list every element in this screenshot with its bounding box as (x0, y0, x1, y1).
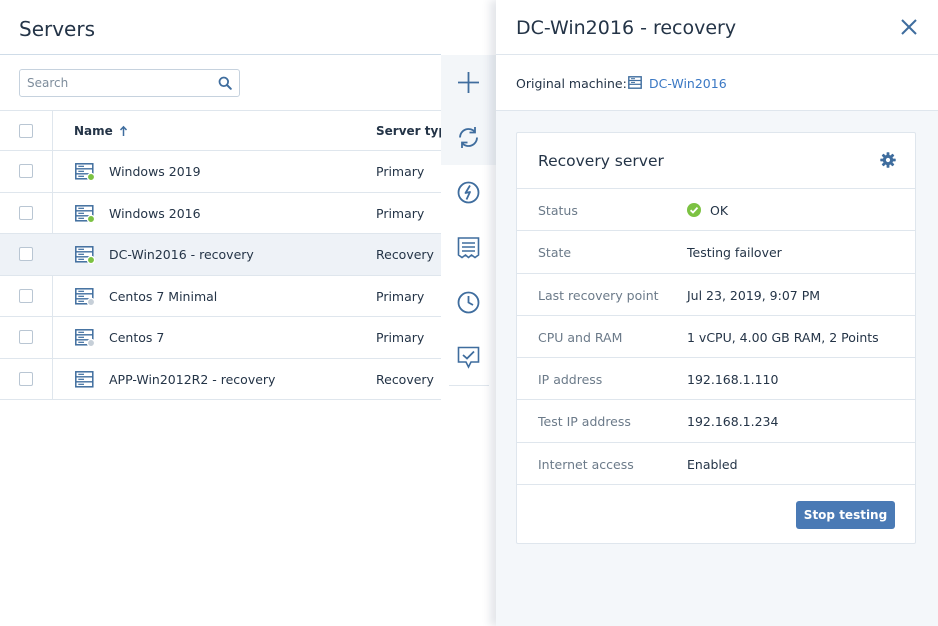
actions-toolbar (441, 55, 496, 626)
panel-header: DC-Win2016 - recovery (496, 0, 938, 55)
property-value: Enabled (687, 456, 738, 472)
property-value: Jul 23, 2019, 9:07 PM (687, 287, 821, 303)
server-name: Windows 2019 (109, 164, 201, 179)
log-button[interactable] (441, 220, 496, 275)
server-icon (75, 163, 95, 181)
server-icon (75, 246, 95, 264)
server-icon (75, 329, 95, 347)
property-value: Testing failover (687, 245, 782, 261)
gear-icon[interactable] (880, 152, 896, 168)
status-value: OK (710, 203, 729, 218)
table-row[interactable]: Windows 2019 Primary (0, 151, 441, 193)
row-checkbox[interactable] (19, 205, 33, 220)
server-icon (75, 287, 95, 306)
property-label: IP address (538, 372, 603, 388)
server-type: Recovery (376, 371, 434, 387)
server-name: Centos 7 (109, 330, 165, 345)
server-type: Primary (376, 205, 425, 221)
table-row[interactable]: Centos 7 Minimal Primary (0, 276, 441, 317)
details-panel: DC-Win2016 - recovery Original machine: … (496, 0, 938, 626)
original-machine-bar: Original machine: DC-Win2016 (496, 55, 938, 111)
table-row[interactable]: APP-Win2012R2 - recovery Recovery (0, 359, 441, 400)
row-checkbox[interactable] (19, 288, 33, 303)
property-label: Last recovery point (538, 287, 659, 303)
server-name: Centos 7 Minimal (109, 288, 218, 304)
search-icon[interactable] (218, 76, 232, 90)
property-row: Last recovery point Jul 23, 2019, 9:07 P… (517, 274, 915, 316)
property-value: 1 vCPU, 4.00 GB RAM, 2 Points (687, 329, 879, 345)
log-icon (457, 237, 480, 259)
select-all-checkbox[interactable] (19, 124, 33, 138)
property-label: CPU and RAM (538, 329, 623, 345)
property-row: State Testing failover (517, 231, 915, 274)
property-row: IP address 192.168.1.110 (517, 358, 915, 401)
row-checkbox[interactable] (19, 330, 33, 344)
original-machine-link[interactable]: DC-Win2016 (649, 76, 727, 91)
server-type: Primary (376, 288, 425, 304)
test-failover-icon (457, 346, 480, 369)
check-circle-icon (687, 203, 701, 217)
servers-header: Servers (0, 0, 441, 55)
column-header-name[interactable]: Name (74, 124, 113, 138)
original-machine-label: Original machine: (516, 76, 627, 91)
history-button[interactable] (441, 275, 496, 330)
refresh-button[interactable] (441, 110, 496, 165)
add-icon (458, 72, 479, 93)
property-value: 192.168.1.234 (687, 414, 779, 430)
action-group-primary (441, 55, 496, 165)
actions-separator (449, 385, 489, 386)
sort-ascending-icon[interactable] (119, 125, 128, 137)
server-name: DC-Win2016 - recovery (109, 247, 254, 262)
refresh-icon (459, 127, 478, 148)
row-checkbox[interactable] (19, 164, 33, 178)
server-type: Primary (376, 330, 425, 345)
close-icon[interactable] (900, 18, 918, 36)
property-label: Status (538, 203, 578, 218)
history-icon (457, 291, 480, 314)
test-failover-button[interactable] (441, 330, 496, 385)
property-row: Test IP address 192.168.1.234 (517, 400, 915, 443)
server-icon (75, 370, 94, 388)
stop-testing-button[interactable]: Stop testing (796, 501, 895, 529)
table-header: Name Server type (0, 110, 455, 151)
recovery-server-card: Recovery server Status OK State Testing … (516, 132, 916, 544)
power-icon (457, 181, 480, 204)
property-row: Status OK (517, 189, 915, 232)
property-row: Internet access Enabled (517, 443, 915, 486)
property-row: CPU and RAM 1 vCPU, 4.00 GB RAM, 2 Point… (517, 316, 915, 359)
server-type: Primary (376, 164, 425, 179)
server-type: Recovery (376, 247, 434, 262)
server-name: APP-Win2012R2 - recovery (109, 371, 276, 387)
property-label: Internet access (538, 456, 634, 472)
card-header: Recovery server (517, 133, 915, 189)
table-row[interactable]: Centos 7 Primary (0, 317, 441, 359)
server-name: Windows 2016 (109, 205, 201, 221)
page-title: Servers (19, 17, 96, 41)
servers-table: Name Server type Windows 2019 Primary Wi… (0, 110, 455, 400)
search-input[interactable] (20, 70, 210, 90)
server-icon (75, 204, 95, 223)
row-checkbox[interactable] (19, 371, 33, 386)
power-button[interactable] (441, 165, 496, 220)
panel-title: DC-Win2016 - recovery (516, 17, 737, 39)
search-box[interactable] (19, 69, 240, 97)
property-label: Test IP address (538, 414, 631, 430)
card-title: Recovery server (538, 152, 664, 170)
table-row[interactable]: DC-Win2016 - recovery Recovery (0, 234, 441, 276)
property-label: State (538, 245, 572, 261)
server-icon (628, 76, 642, 89)
table-row[interactable]: Windows 2016 Primary (0, 193, 441, 234)
row-checkbox[interactable] (19, 247, 33, 261)
servers-list-pane: Servers Name Server type (0, 0, 455, 626)
property-value: 192.168.1.110 (687, 372, 779, 388)
add-button[interactable] (441, 55, 496, 110)
